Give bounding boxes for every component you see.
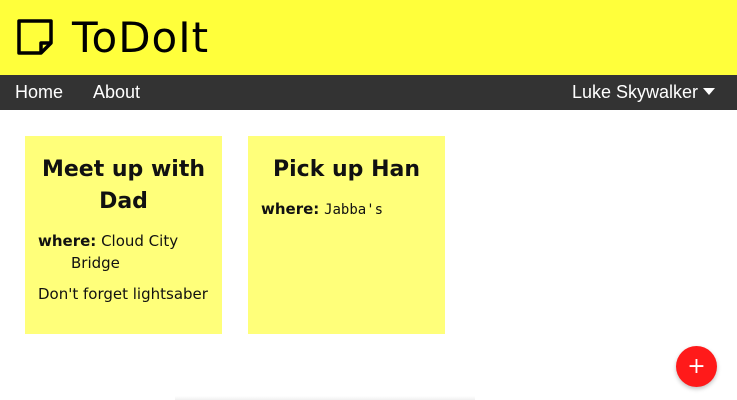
- note-card[interactable]: Pick up Han where: Jabba's: [248, 136, 445, 334]
- caret-down-icon: [703, 87, 715, 95]
- note-description: Don't forget lightsaber: [38, 285, 208, 303]
- note-title: Pick up Han: [273, 157, 420, 182]
- note-title: Meet up with Dad: [41, 157, 206, 214]
- user-menu-dropdown[interactable]: Luke Skywalker: [572, 75, 715, 110]
- nav-about-link[interactable]: About: [93, 75, 140, 110]
- note-card[interactable]: Meet up with Dad where: Cloud City Bridg…: [25, 136, 222, 334]
- plus-icon: +: [687, 354, 706, 379]
- app-title: ToDoIt: [72, 13, 210, 62]
- navbar: Home About Luke Skywalker: [0, 75, 737, 110]
- bottom-shadow: [175, 396, 475, 400]
- where-label: where:: [261, 200, 320, 218]
- sticky-note-icon: [17, 19, 53, 55]
- where-value: Jabba's: [324, 202, 384, 218]
- note-where: where: Cloud City Bridge: [38, 230, 209, 274]
- nav-home-link[interactable]: Home: [15, 75, 63, 110]
- user-name: Luke Skywalker: [571, 82, 698, 102]
- add-note-button[interactable]: +: [676, 346, 717, 387]
- app-header: ToDoIt: [0, 0, 737, 75]
- note-where: where: Jabba's: [261, 198, 432, 221]
- where-label: where:: [38, 232, 97, 250]
